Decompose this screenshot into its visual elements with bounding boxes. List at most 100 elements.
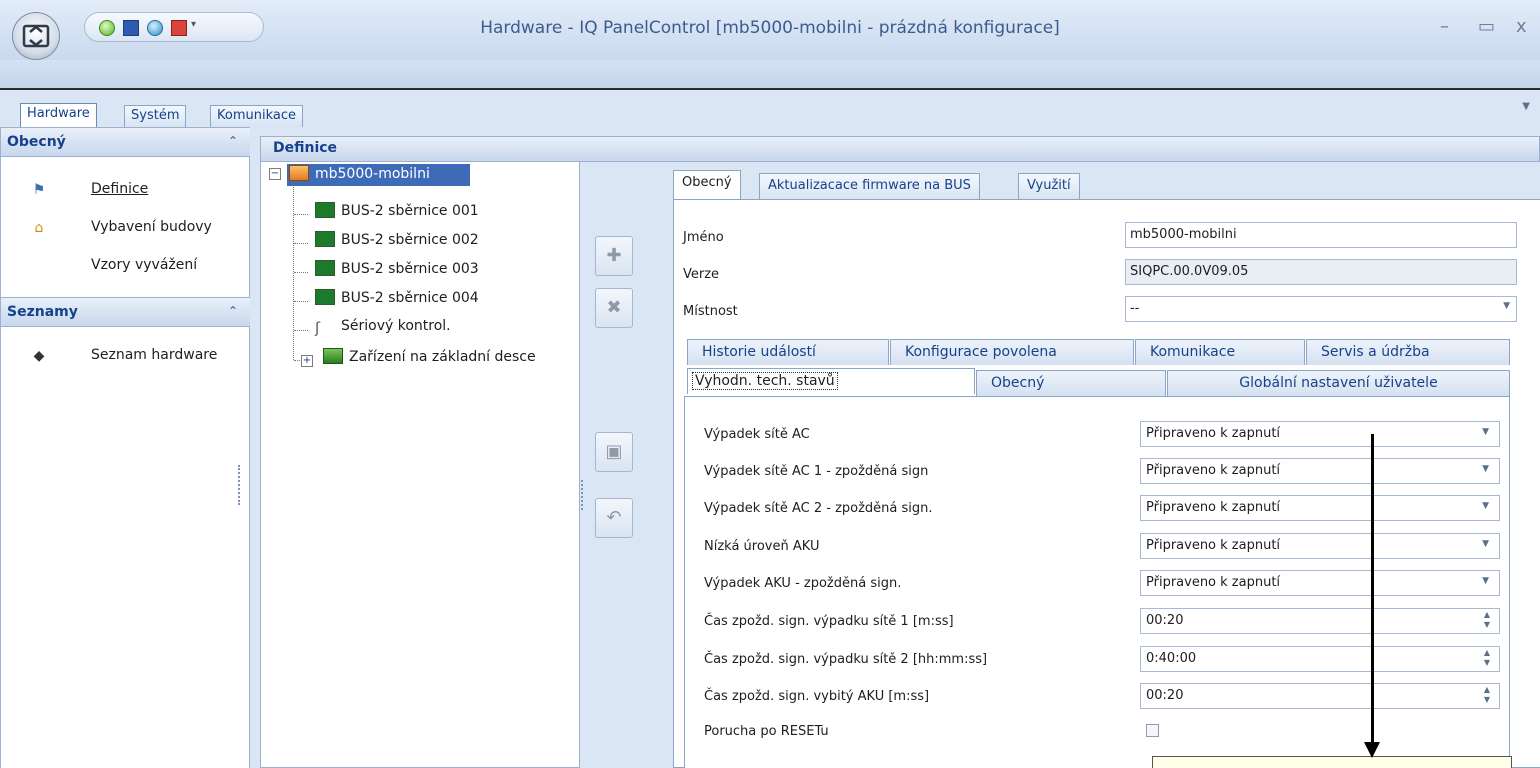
add-button[interactable]: ✚ (595, 236, 633, 276)
name-value: mb5000-mobilni (1130, 227, 1237, 242)
minimize-button[interactable]: – (1440, 16, 1449, 37)
room-value: -- (1130, 301, 1140, 316)
tree-node-bus-001[interactable]: BUS-2 sběrnice 001 (315, 202, 479, 224)
nav-section-seznamy[interactable]: Seznamy ⌃ (1, 297, 250, 327)
annotation-arrow (1371, 434, 1374, 748)
nav-item-vzory-vyvazeni[interactable]: Vzory vyvážení (1, 253, 250, 279)
window-title: Hardware - IQ PanelControl [mb5000-mobil… (480, 18, 1060, 38)
collapse-chevron-icon[interactable]: ⌃ (228, 304, 238, 318)
tab-vyhodn-tech-stavu[interactable]: Vyhodn. tech. stavů (687, 368, 975, 394)
expand-node-icon[interactable]: + (301, 355, 313, 367)
porucha-checkbox[interactable] (1146, 724, 1159, 737)
tree-node-bus-003[interactable]: BUS-2 sběrnice 003 (315, 260, 479, 282)
setting-spinner[interactable]: 00:20 ▲ ▼ (1140, 608, 1500, 634)
tree-node-label: mb5000-mobilni (315, 166, 430, 182)
tree-connector (294, 214, 308, 215)
nav-item-vybaveni-budovy[interactable]: ⌂ Vybavení budovy (1, 215, 250, 241)
panel-icon (289, 165, 309, 181)
nav-section-title: Obecný (7, 134, 66, 150)
bus-module-icon (315, 231, 335, 247)
tab-obecny[interactable]: Obecný (673, 170, 741, 200)
version-label: Verze (683, 267, 720, 282)
splitter-grip[interactable] (238, 465, 240, 505)
setting-label: Výpadek sítě AC (704, 427, 810, 442)
hardware-tree: − mb5000-mobilni BUS-2 sběrnice 001 BUS-… (260, 162, 580, 768)
setting-label: Výpadek sítě AC 1 - zpožděná sign (704, 464, 929, 479)
tab-servis-udrzba[interactable]: Servis a údržba (1306, 339, 1510, 365)
ribbon-bar (0, 60, 1540, 90)
motherboard-icon (323, 348, 343, 364)
setting-dropdown[interactable]: Připraveno k zapnutí ▼ (1140, 495, 1500, 521)
tab-globalni-nastaveni[interactable]: Globální nastavení uživatele (1167, 370, 1510, 396)
setting-label: Čas zpožd. sign. výpadku sítě 2 [hh:mm:s… (704, 652, 988, 667)
dropdown-arrow-icon: ▼ (1503, 301, 1510, 311)
tab-vyuziti[interactable]: Využití (1018, 173, 1080, 199)
action-buttons-column: ✚ ✖ ▣ ↶ (581, 162, 661, 768)
setting-spinner[interactable]: 00:20 ▲ ▼ (1140, 683, 1500, 709)
spinner-arrows-icon[interactable]: ▲ ▼ (1484, 610, 1490, 630)
bus-module-icon (315, 289, 335, 305)
definice-header: Definice (260, 136, 1540, 162)
collapse-node-icon[interactable]: − (269, 168, 281, 180)
tab-obecny-inner[interactable]: Obecný (976, 370, 1166, 396)
tab-hardware[interactable]: Hardware (20, 103, 97, 127)
room-dropdown[interactable]: -- ▼ (1125, 296, 1517, 322)
tooltip (1152, 756, 1512, 768)
tree-node-bus-004[interactable]: BUS-2 sběrnice 004 (315, 289, 479, 311)
save-button[interactable]: ▣ (595, 432, 633, 472)
setting-label: Čas zpožd. sign. vybitý AKU [m:ss] (704, 689, 930, 704)
tab-komunikace[interactable]: Komunikace (210, 105, 303, 127)
application-menu-button[interactable] (12, 12, 60, 60)
setting-label: Porucha po RESETu (704, 724, 829, 739)
tab-label: Vyhodn. tech. stavů (692, 372, 838, 390)
tree-node-motherboard[interactable]: Zařízení na základní desce (323, 348, 536, 370)
tab-historie-udalosti[interactable]: Historie událostí (687, 339, 889, 365)
setting-spinner[interactable]: 0:40:00 ▲ ▼ (1140, 646, 1500, 672)
building-icon: ⌂ (34, 220, 44, 236)
nav-item-definice[interactable]: ⚑ Definice (1, 177, 250, 203)
tabstrip-menu-icon[interactable]: ▼ (1522, 101, 1530, 112)
tree-connector (294, 272, 308, 273)
tree-root-node[interactable]: mb5000-mobilni (287, 164, 470, 186)
tree-node-label: BUS-2 sběrnice 004 (341, 290, 479, 306)
tab-konfigurace-povolena[interactable]: Konfigurace povolena (890, 339, 1134, 365)
tab-system[interactable]: Systém (124, 105, 187, 127)
delete-button[interactable]: ✖ (595, 288, 633, 328)
spinner-arrows-icon[interactable]: ▲ ▼ (1484, 648, 1490, 668)
name-field[interactable]: mb5000-mobilni (1125, 222, 1517, 248)
nav-item-label: Seznam hardware (91, 347, 218, 363)
tree-node-label: Sériový kontrol. (341, 318, 451, 334)
setting-dropdown[interactable]: Připraveno k zapnutí ▼ (1140, 458, 1500, 484)
dropdown-arrow-icon: ▼ (1482, 539, 1489, 549)
tree-node-label: BUS-2 sběrnice 001 (341, 203, 479, 219)
close-button[interactable]: x (1516, 16, 1527, 37)
tree-node-serial[interactable]: ʃ Sériový kontrol. (315, 318, 451, 340)
collapse-chevron-icon[interactable]: ⌃ (228, 134, 238, 148)
setting-value: Připraveno k zapnutí (1146, 500, 1281, 515)
maximize-button[interactable]: ▭ (1478, 16, 1495, 37)
nav-item-seznam-hardware[interactable]: ◆ Seznam hardware (1, 343, 250, 369)
version-value: SIQPC.00.0V09.05 (1130, 264, 1249, 279)
splitter-grip[interactable] (581, 480, 583, 510)
definition-icon: ⚑ (32, 182, 46, 198)
setting-value: 00:20 (1146, 613, 1184, 628)
nav-item-label: Vzory vyvážení (91, 257, 198, 273)
top-tab-strip: Hardware Systém Komunikace ▼ (0, 93, 1540, 127)
undo-button[interactable]: ↶ (595, 498, 633, 538)
tab-firmware-update[interactable]: Aktualizacace firmware na BUS (759, 173, 980, 199)
dropdown-arrow-icon: ▼ (1482, 464, 1489, 474)
setting-label: Výpadek sítě AC 2 - zpožděná sign. (704, 501, 933, 516)
tree-node-label: BUS-2 sběrnice 003 (341, 261, 479, 277)
setting-dropdown[interactable]: Připraveno k zapnutí ▼ (1140, 570, 1500, 596)
tab-komunikace-inner[interactable]: Komunikace (1135, 339, 1305, 365)
nav-section-obecny[interactable]: Obecný ⌃ (1, 127, 250, 157)
delete-icon: ✖ (606, 297, 622, 318)
setting-value: Připraveno k zapnutí (1146, 538, 1281, 553)
tree-node-bus-002[interactable]: BUS-2 sběrnice 002 (315, 231, 479, 253)
undo-icon: ↶ (606, 507, 622, 528)
setting-dropdown[interactable]: Připraveno k zapnutí ▼ (1140, 533, 1500, 559)
setting-value: Připraveno k zapnutí (1146, 575, 1281, 590)
setting-dropdown[interactable]: Připraveno k zapnutí ▼ (1140, 421, 1500, 447)
spinner-arrows-icon[interactable]: ▲ ▼ (1484, 685, 1490, 705)
title-bar: ▾ Hardware - IQ PanelControl [mb5000-mob… (0, 0, 1540, 60)
